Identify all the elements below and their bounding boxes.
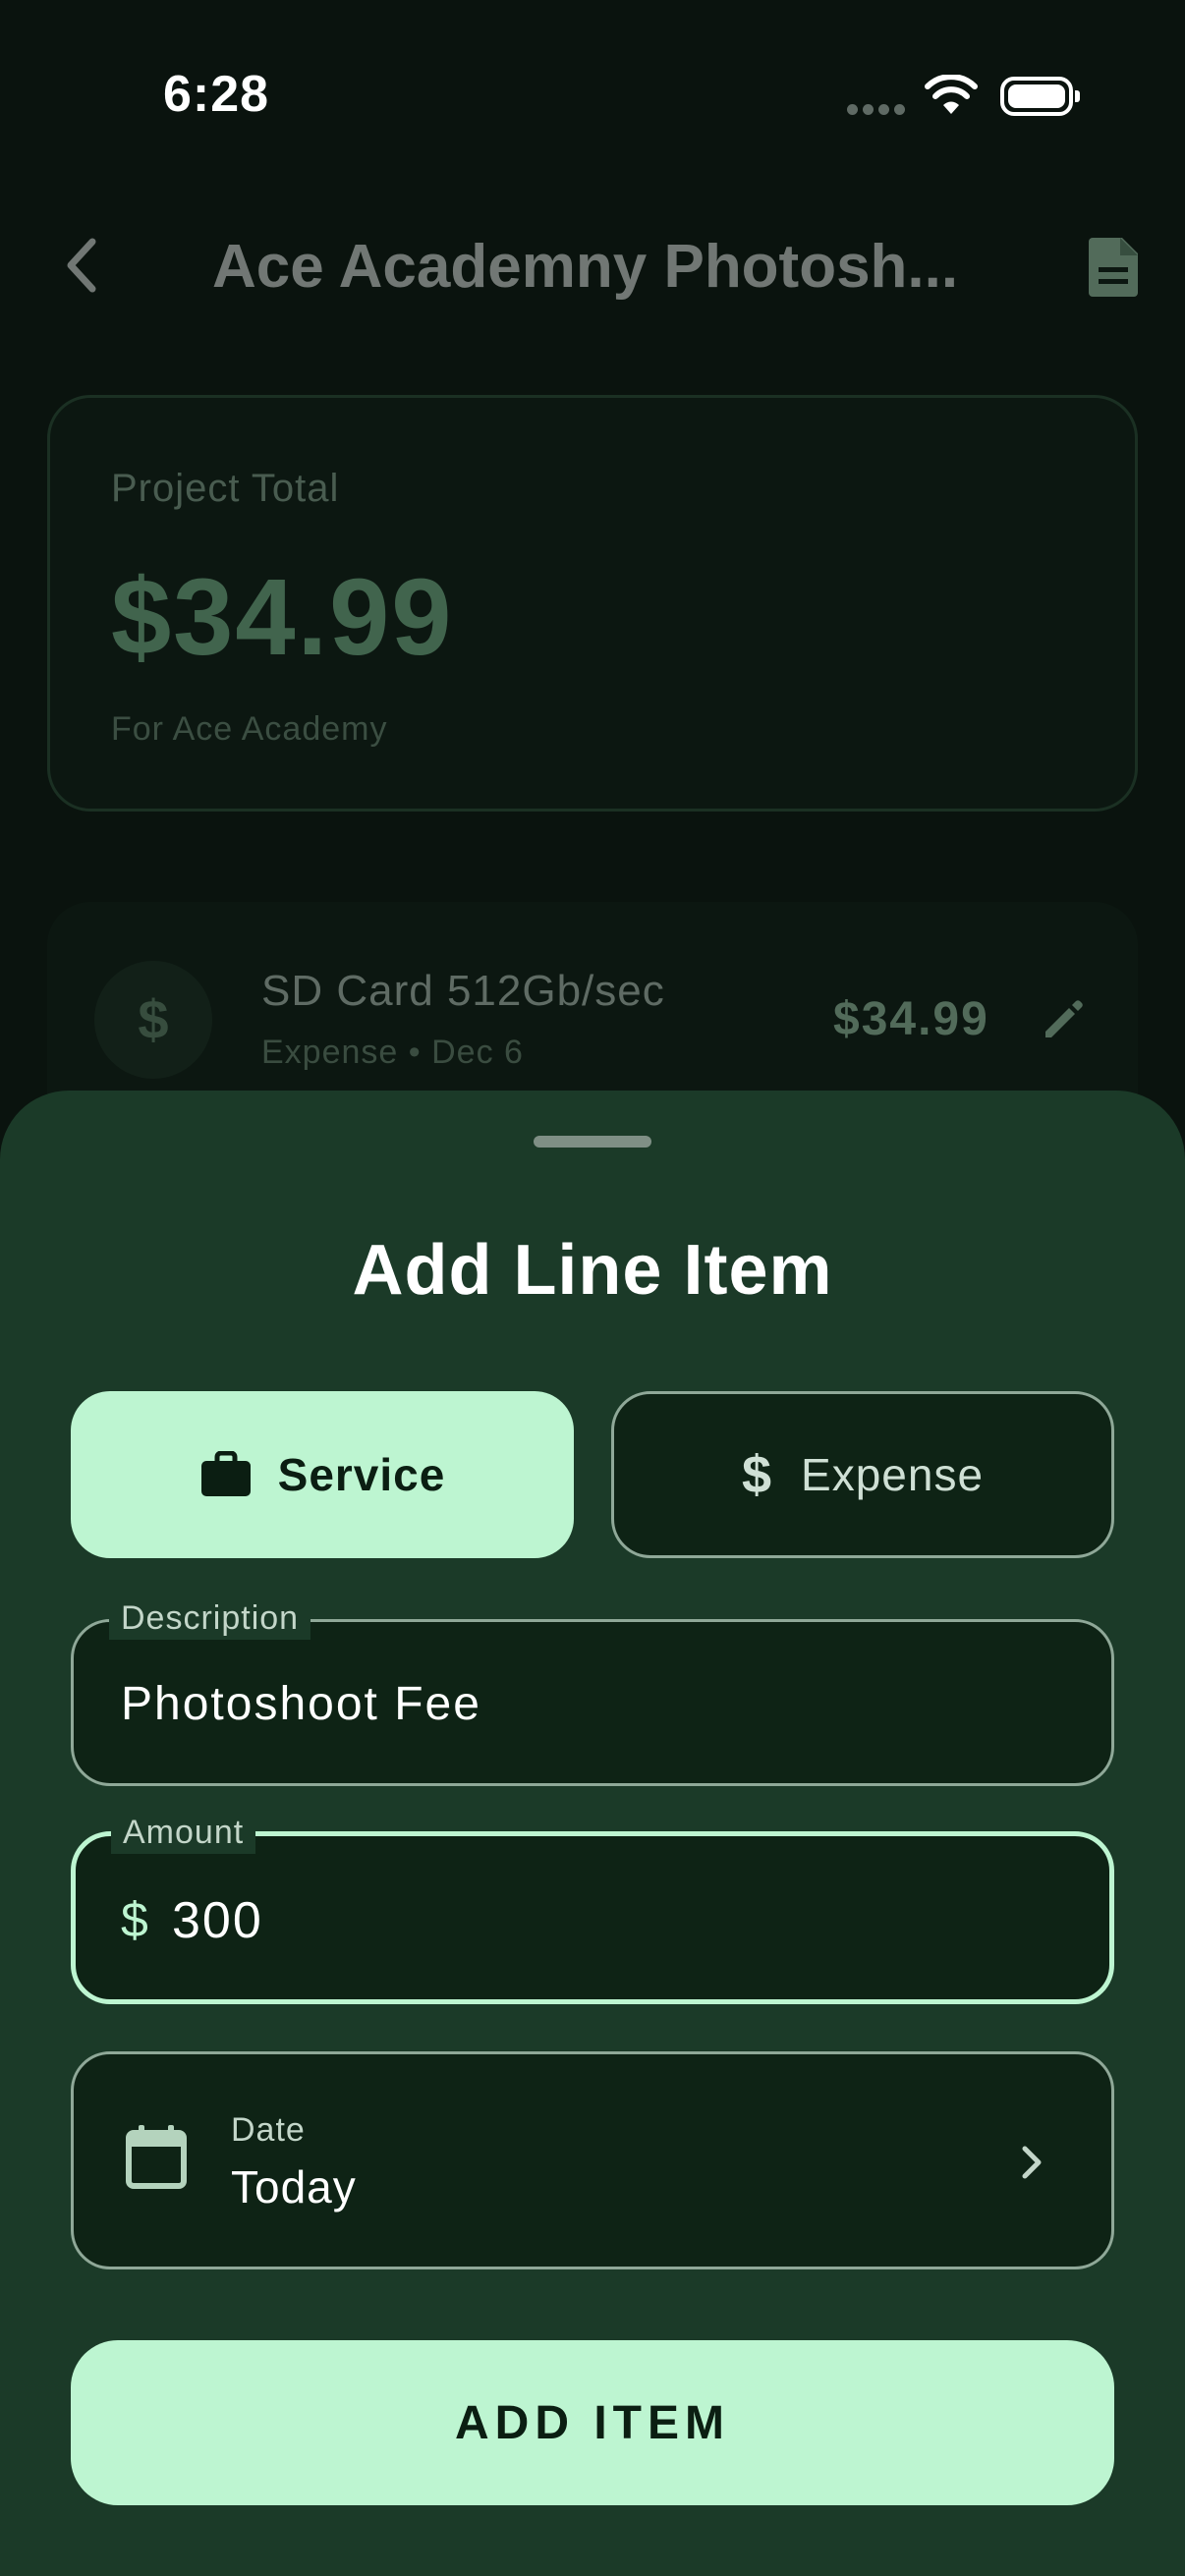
- add-item-button[interactable]: ADD ITEM: [71, 2340, 1114, 2505]
- add-line-item-sheet: Add Line Item Service $ Expense Descript…: [0, 1091, 1185, 2576]
- type-option-service[interactable]: Service: [71, 1391, 574, 1558]
- description-value[interactable]: Photoshoot Fee: [121, 1677, 481, 1731]
- description-field[interactable]: Description Photoshoot Fee: [71, 1596, 1114, 1786]
- type-option-expense[interactable]: $ Expense: [611, 1391, 1114, 1558]
- page-title: Ace Academny Photosh...: [212, 233, 959, 301]
- project-total-amount: $34.99: [111, 557, 454, 678]
- dollar-icon: $: [94, 961, 212, 1079]
- type-option-service-label: Service: [277, 1449, 446, 1500]
- chevron-right-icon: [1022, 2146, 1042, 2179]
- wifi-icon: [925, 75, 978, 114]
- amount-field[interactable]: Amount $ 300: [71, 1811, 1114, 2004]
- date-label: Date: [231, 2111, 306, 2149]
- line-item-price: $34.99: [833, 993, 989, 1045]
- project-total-label: Project Total: [111, 467, 340, 510]
- nav-bar: Ace Academny Photosh...: [0, 206, 1185, 324]
- sheet-title: Add Line Item: [352, 1231, 833, 1310]
- description-label: Description: [109, 1596, 311, 1640]
- date-value: Today: [231, 2161, 357, 2212]
- line-item-meta: Expense • Dec 6: [261, 1034, 524, 1071]
- date-picker-row[interactable]: Date Today: [71, 2051, 1114, 2269]
- type-option-expense-label: Expense: [801, 1449, 985, 1500]
- project-total-card: Project Total $34.99 For Ace Academy: [47, 395, 1138, 812]
- line-item-name: SD Card 512Gb/sec: [261, 967, 665, 1015]
- document-icon[interactable]: [1085, 234, 1144, 299]
- screen: 6:28 Ace Academny Photosh... Project Tot…: [0, 0, 1185, 2576]
- briefcase-icon: [200, 1451, 251, 1496]
- status-bar: 6:28: [0, 0, 1185, 187]
- add-item-button-label: ADD ITEM: [455, 2396, 730, 2449]
- project-client-line: For Ace Academy: [111, 710, 388, 748]
- cellular-signal-icon: [847, 102, 910, 120]
- status-time: 6:28: [163, 66, 270, 123]
- chevron-left-icon[interactable]: [57, 234, 108, 297]
- pencil-icon[interactable]: [1040, 996, 1087, 1043]
- dollar-icon: $: [741, 1445, 772, 1504]
- battery-icon: [1000, 77, 1080, 116]
- amount-value[interactable]: 300: [172, 1891, 263, 1950]
- currency-prefix: $: [121, 1892, 148, 1947]
- calendar-icon: [126, 2125, 187, 2189]
- sheet-grabber[interactable]: [534, 1136, 651, 1148]
- amount-label: Amount: [111, 1811, 256, 1854]
